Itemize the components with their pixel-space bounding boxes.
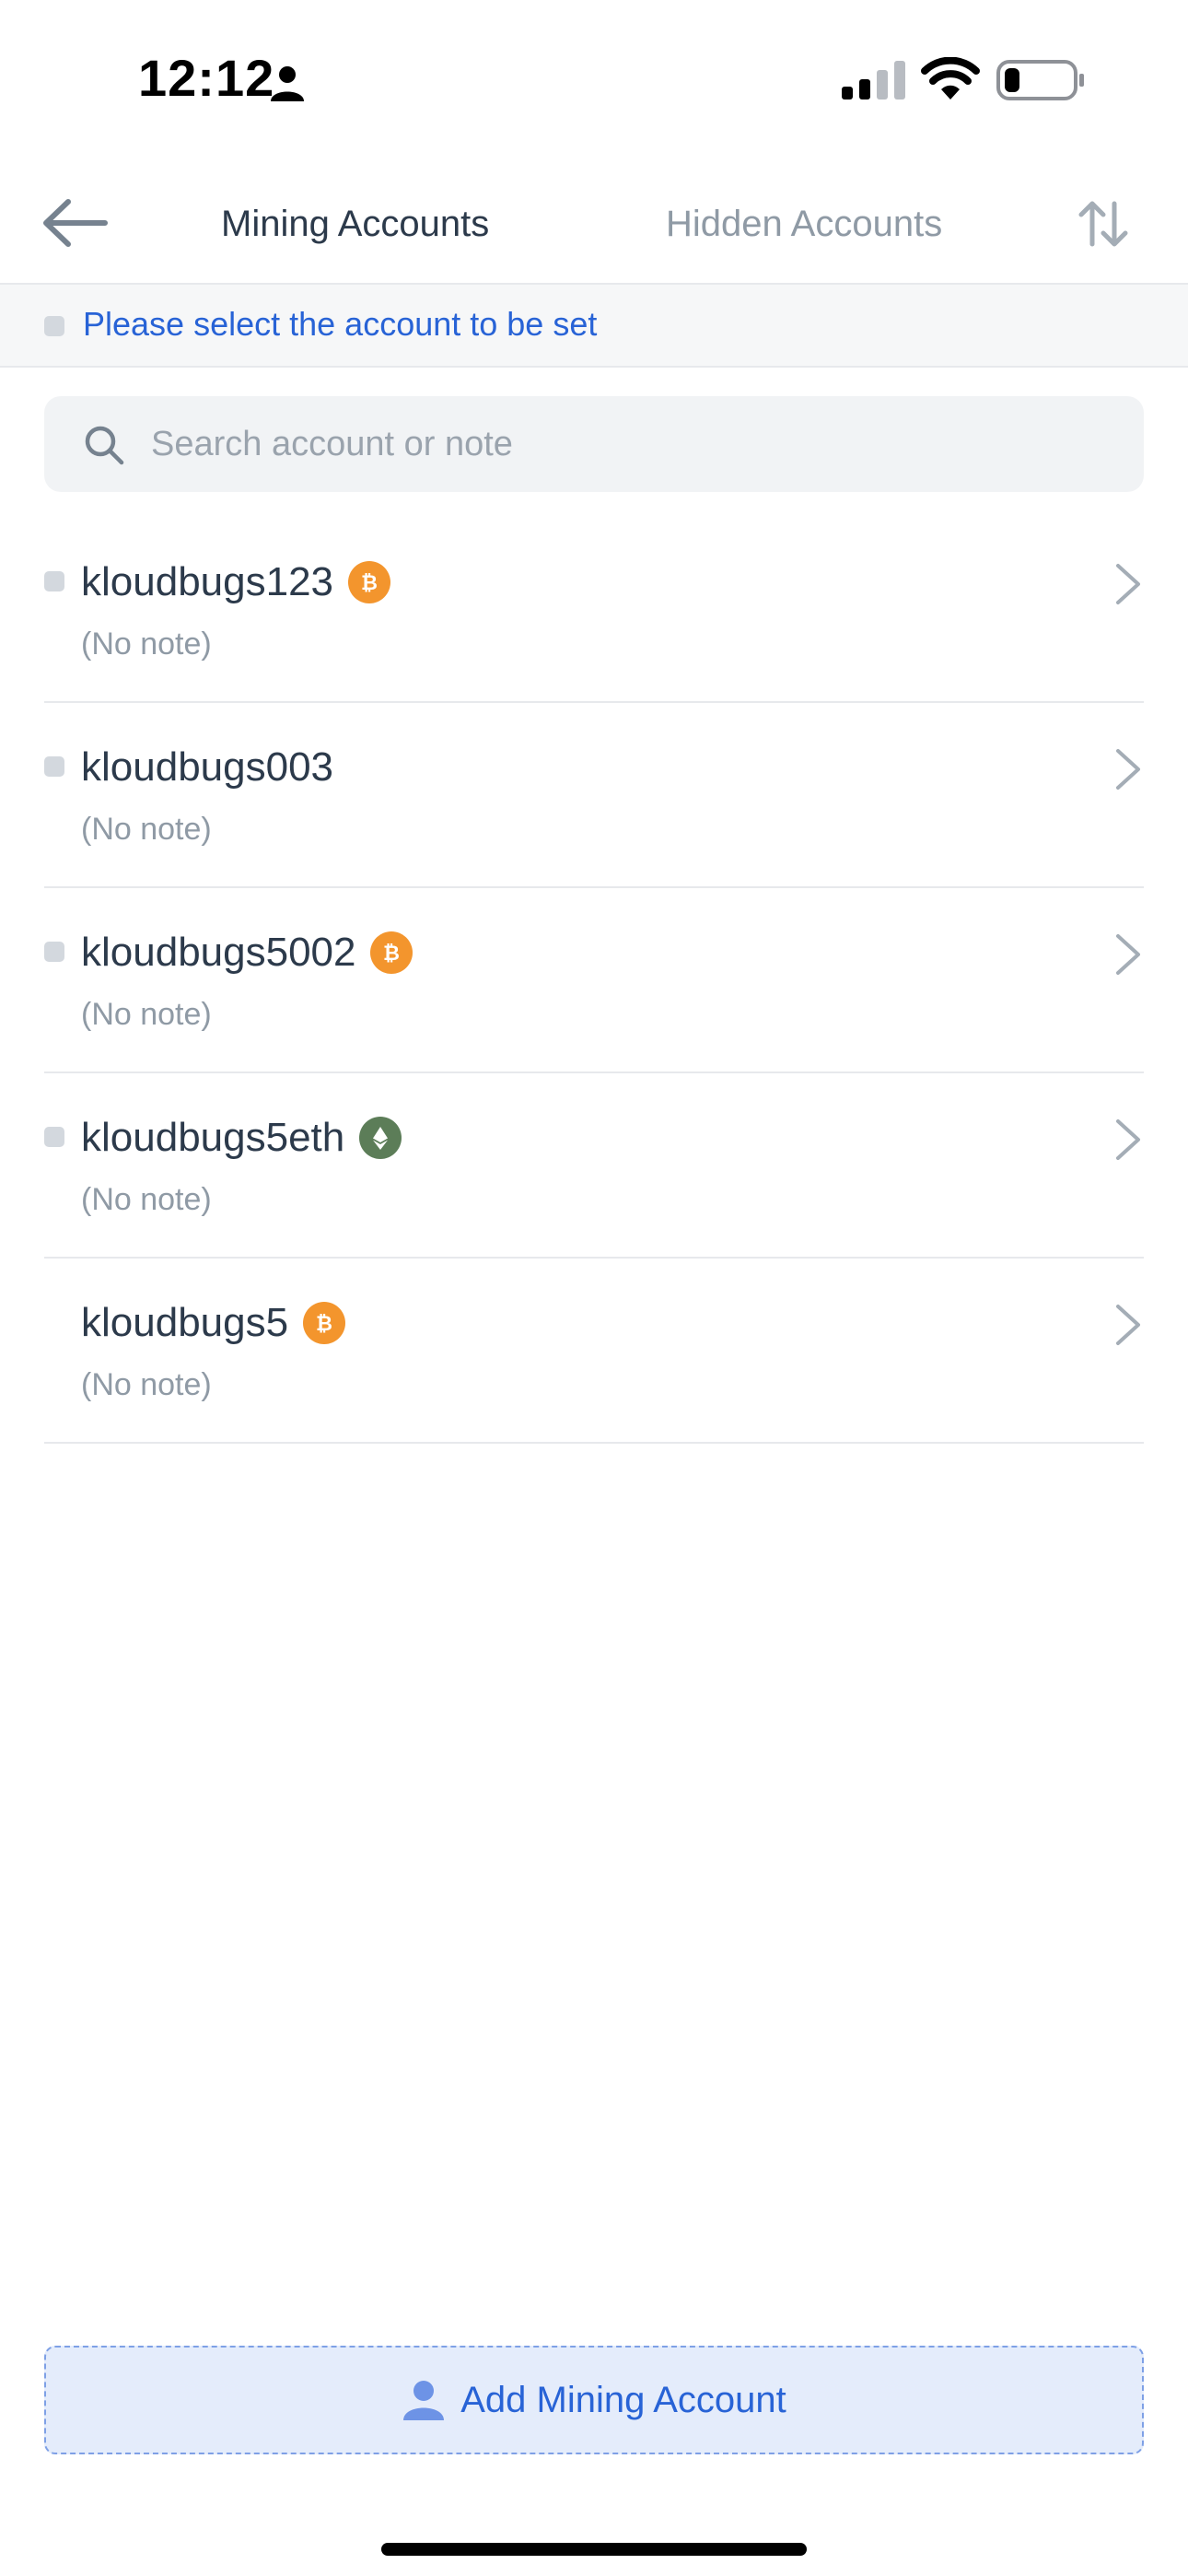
account-row[interactable]: kloudbugs5 ₿ (No note) xyxy=(44,1259,1144,1444)
svg-text:₿: ₿ xyxy=(316,1313,332,1336)
add-mining-account-label: Add Mining Account xyxy=(460,2379,786,2420)
back-button[interactable] xyxy=(41,196,109,250)
bitcoin-icon: ₿ xyxy=(348,561,391,603)
chevron-right-icon xyxy=(1116,1305,1140,1345)
bitcoin-icon: ₿ xyxy=(303,1302,346,1344)
notice-bar: Please select the account to be set xyxy=(0,285,1188,368)
account-row[interactable]: kloudbugs5eth (No note) xyxy=(44,1073,1144,1259)
sort-arrows-icon[interactable] xyxy=(1077,198,1129,250)
account-row[interactable]: kloudbugs123 ₿ (No note) xyxy=(44,518,1144,703)
account-name: kloudbugs003 xyxy=(81,744,334,790)
home-indicator xyxy=(381,2543,807,2556)
row-select-marker xyxy=(44,942,64,962)
account-note: (No note) xyxy=(81,812,212,847)
add-mining-account-button[interactable]: Add Mining Account xyxy=(44,2346,1144,2454)
tab-hidden-accounts[interactable]: Hidden Accounts xyxy=(666,204,942,245)
row-select-marker xyxy=(44,571,64,591)
svg-text:₿: ₿ xyxy=(384,943,401,966)
status-time: 12:12 xyxy=(138,49,275,107)
account-name: kloudbugs5 xyxy=(81,1300,289,1345)
account-list: kloudbugs123 ₿ (No note) kloudbugs003 (N… xyxy=(44,518,1144,1444)
account-note: (No note) xyxy=(81,997,212,1032)
bitcoin-icon: ₿ xyxy=(370,931,413,974)
svg-text:₿: ₿ xyxy=(361,572,378,595)
chevron-right-icon xyxy=(1116,934,1140,975)
cellular-signal-icon xyxy=(842,61,905,100)
wifi-icon xyxy=(921,57,980,100)
user-icon xyxy=(403,2381,445,2420)
search-bar xyxy=(44,396,1144,492)
search-icon xyxy=(85,426,124,465)
status-bar: 12:12 xyxy=(0,0,1188,161)
chevron-right-icon xyxy=(1116,749,1140,790)
chevron-right-icon xyxy=(1116,1119,1140,1160)
account-name: kloudbugs5eth xyxy=(81,1115,345,1160)
account-note: (No note) xyxy=(81,626,212,662)
account-name: kloudbugs123 xyxy=(81,559,334,604)
account-row[interactable]: kloudbugs5002 ₿ (No note) xyxy=(44,888,1144,1073)
row-select-marker xyxy=(44,756,64,777)
search-input[interactable] xyxy=(151,396,1109,492)
ethereum-icon xyxy=(359,1117,402,1159)
notice-text: Please select the account to be set xyxy=(83,305,598,343)
tab-mining-accounts[interactable]: Mining Accounts xyxy=(221,204,489,245)
battery-low-icon xyxy=(996,60,1084,100)
row-select-marker xyxy=(44,1127,64,1147)
account-row[interactable]: kloudbugs003 (No note) xyxy=(44,703,1144,888)
account-note: (No note) xyxy=(81,1182,212,1217)
chevron-right-icon xyxy=(1116,564,1140,604)
notice-marker xyxy=(44,316,64,336)
nav-header: Mining Accounts Hidden Accounts xyxy=(0,161,1188,285)
account-name: kloudbugs5002 xyxy=(81,930,356,975)
account-note: (No note) xyxy=(81,1367,212,1402)
person-fill-icon xyxy=(271,66,304,101)
